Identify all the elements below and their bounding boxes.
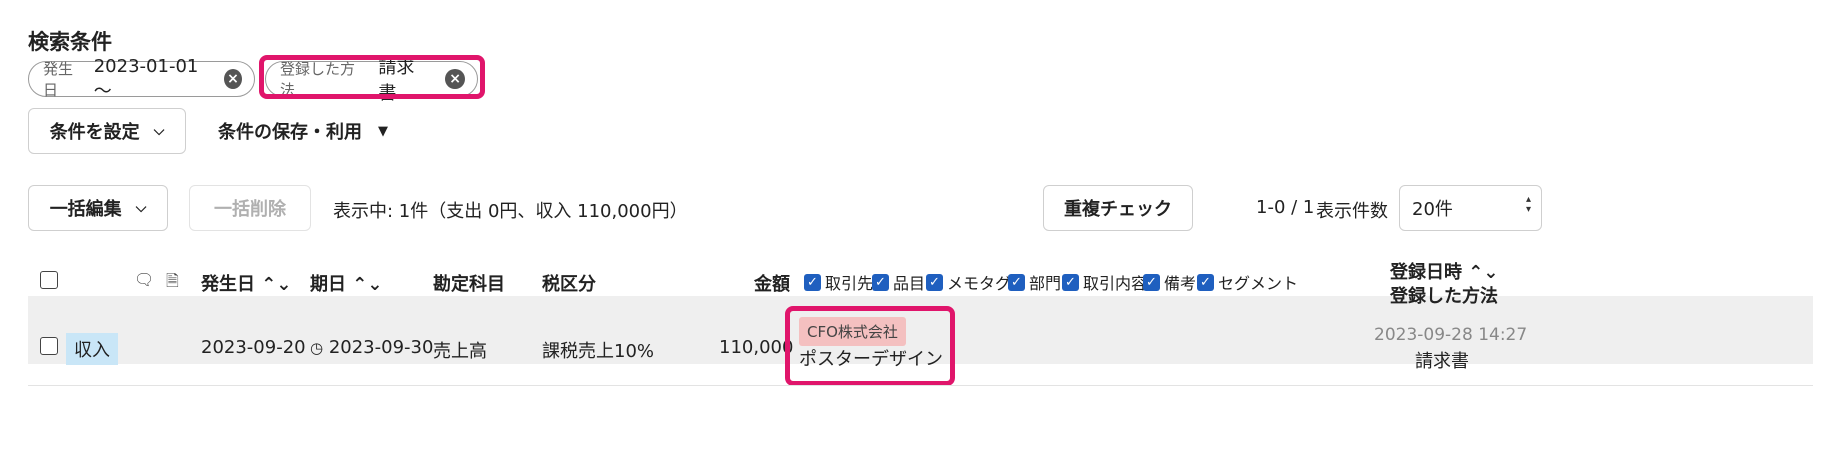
- sort-icon: ⌃⌄: [1462, 262, 1499, 283]
- row-due: ◷ 2023-09-30: [310, 337, 433, 358]
- row-registered-at: 2023-09-28 14:27: [1374, 325, 1528, 345]
- bulk-delete-label: 一括削除: [214, 199, 286, 220]
- sort-due-header[interactable]: 期日 ⌃⌄: [310, 270, 382, 296]
- checkbox-checked-icon: ✓: [926, 273, 943, 291]
- sort-icon: ⌃⌄: [346, 274, 383, 295]
- checkbox-checked-icon: ✓: [1143, 273, 1160, 291]
- row-checkbox[interactable]: [40, 337, 58, 355]
- row-tax: 課税売上10%: [542, 341, 655, 362]
- checkbox-checked-icon: ✓: [872, 273, 889, 291]
- registered-method-header: 登録した方法: [1390, 286, 1498, 307]
- due-header-label: 期日: [310, 274, 346, 295]
- bulk-edit-label: 一括編集: [49, 199, 122, 220]
- toggle-label: 取引先: [825, 274, 874, 293]
- per-page-select[interactable]: 20件 ▴ ▾: [1399, 185, 1542, 231]
- row-amount: 110,000: [719, 337, 794, 358]
- row-account: 売上高: [433, 341, 487, 362]
- filter-chip-label: 発生日: [43, 60, 74, 99]
- document-icon: 🗎: [166, 271, 179, 290]
- comment-icon: 🗨: [134, 270, 155, 289]
- chevron-down-icon: ⌵: [135, 200, 147, 216]
- toggle-department[interactable]: ✓ 部門: [1008, 270, 1061, 294]
- row-divider: [28, 385, 1813, 386]
- toggle-label: 品目: [893, 274, 926, 293]
- toggle-remarks[interactable]: ✓ 備考: [1143, 270, 1196, 294]
- toggle-partner[interactable]: ✓ 取引先: [804, 270, 873, 294]
- income-badge: 収入: [66, 333, 118, 365]
- toggle-label: セグメント: [1218, 274, 1299, 293]
- select-all-checkbox[interactable]: [40, 271, 58, 289]
- toggle-memo-tag[interactable]: ✓ メモタグ: [926, 270, 1011, 294]
- duplicate-check-button[interactable]: 重複チェック: [1043, 185, 1193, 231]
- toggle-transaction-content[interactable]: ✓ 取引内容: [1062, 270, 1147, 294]
- row-registered-method: 請求書: [1415, 351, 1469, 372]
- display-status: 表示中: 1件（支出 0円、収入 110,000円）: [333, 201, 688, 222]
- checkbox-checked-icon: ✓: [804, 273, 821, 291]
- toggle-segment[interactable]: ✓ セグメント: [1197, 270, 1298, 294]
- caret-down-icon: ▼: [378, 123, 388, 139]
- row-due-value: 2023-09-30: [328, 337, 434, 358]
- row-date: 2023-09-20: [201, 337, 306, 358]
- registered-at-header-label: 登録日時: [1390, 262, 1462, 283]
- select-arrows-icon: ▴ ▾: [1525, 194, 1531, 215]
- per-page-label: 表示件数: [1316, 201, 1388, 222]
- set-condition-button[interactable]: 条件を設定 ⌵: [28, 108, 186, 154]
- toggle-label: 備考: [1164, 274, 1197, 293]
- save-use-label: 条件の保存・利用: [218, 122, 362, 143]
- amount-header: 金額: [754, 274, 790, 295]
- chevron-down-icon: ⌵: [153, 123, 165, 139]
- bulk-delete-button[interactable]: 一括削除: [189, 185, 311, 231]
- highlight-box: [259, 55, 485, 99]
- search-conditions-title: 検索条件: [28, 30, 112, 54]
- bulk-edit-button[interactable]: 一括編集 ⌵: [28, 185, 168, 231]
- sort-date-header[interactable]: 発生日 ⌃⌄: [201, 270, 291, 296]
- checkbox-checked-icon: ✓: [1008, 273, 1025, 291]
- set-condition-label: 条件を設定: [49, 122, 140, 143]
- pagination-info: 1-0 / 1: [1256, 197, 1315, 218]
- toggle-label: メモタグ: [947, 274, 1012, 293]
- clock-icon: ◷: [310, 339, 324, 357]
- save-use-condition-button[interactable]: 条件の保存・利用 ▼: [218, 108, 388, 154]
- filter-chip-value: 2023-01-01 〜: [93, 55, 199, 102]
- checkbox-checked-icon: ✓: [1062, 273, 1079, 291]
- clear-filter-icon[interactable]: ×: [223, 69, 242, 89]
- duplicate-check-label: 重複チェック: [1064, 199, 1172, 220]
- sort-registered-header[interactable]: 登録日時 ⌃⌄: [1390, 258, 1498, 284]
- filter-chip-date[interactable]: 発生日 2023-01-01 〜 ×: [28, 56, 255, 102]
- sort-icon: ⌃⌄: [255, 274, 292, 295]
- highlight-box: [785, 306, 955, 386]
- toggle-label: 部門: [1029, 274, 1062, 293]
- per-page-value: 20件: [1412, 199, 1453, 220]
- tax-header: 税区分: [542, 274, 596, 295]
- checkbox-checked-icon: ✓: [1197, 273, 1214, 291]
- account-header: 勘定科目: [433, 274, 505, 295]
- toggle-item[interactable]: ✓ 品目: [872, 270, 925, 294]
- toggle-label: 取引内容: [1083, 274, 1148, 293]
- date-header-label: 発生日: [201, 274, 255, 295]
